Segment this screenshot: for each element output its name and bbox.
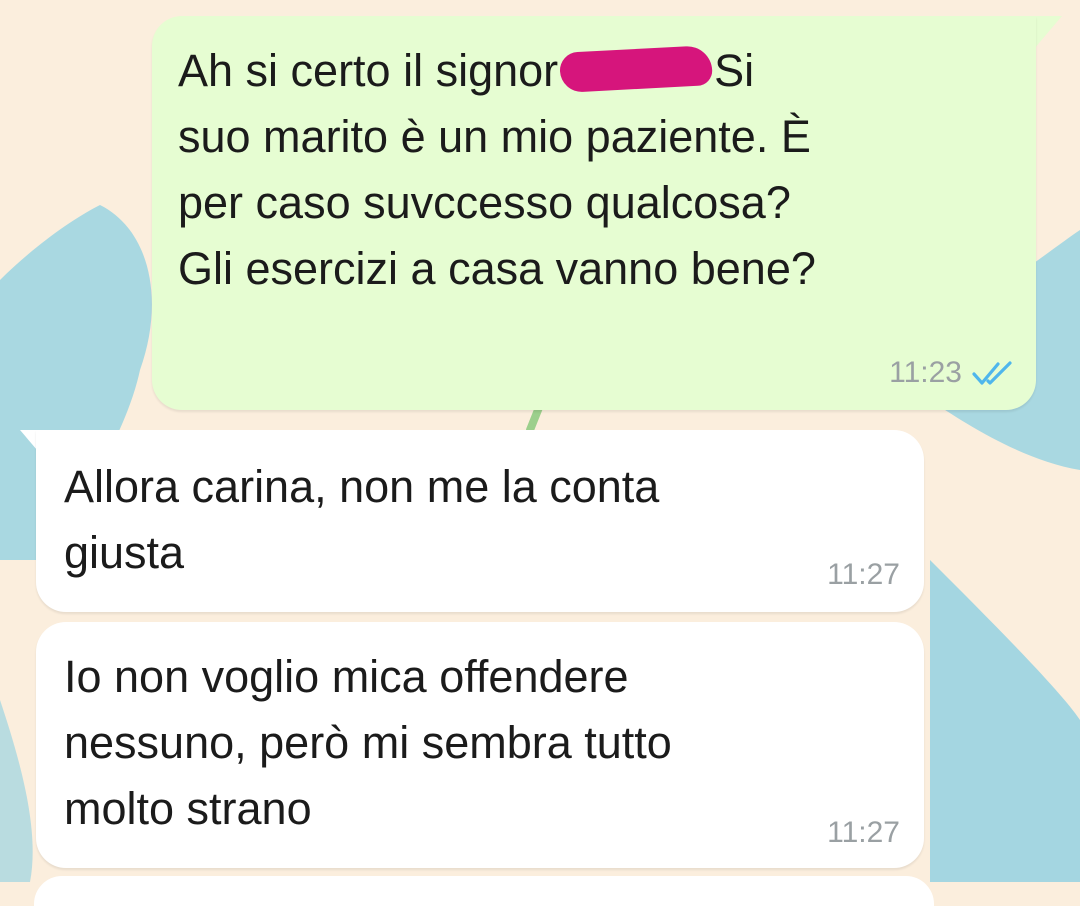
message-timestamp: 11:27	[827, 816, 900, 849]
message-timestamp: 11:23	[889, 356, 962, 389]
message-timestamp: 11:27	[827, 558, 900, 591]
outgoing-message-text: Ah si certo il signor Si suo marito è un …	[178, 38, 816, 302]
incoming-message-text: Io non voglio mica offendere nessuno, pe…	[64, 651, 672, 834]
outgoing-message-bubble[interactable]: Ah si certo il signor Si suo marito è un …	[152, 16, 1036, 410]
wallpaper-petal-bottom-left	[0, 700, 33, 882]
message-meta: 11:23	[889, 356, 1016, 390]
wallpaper-leaf-right	[930, 560, 1080, 882]
message-meta: 11:27	[827, 558, 900, 592]
next-message-bubble-partial[interactable]	[34, 876, 934, 906]
incoming-message-text: Allora carina, non me la conta giusta	[64, 461, 660, 578]
incoming-message-bubble[interactable]: Allora carina, non me la conta giusta 11…	[36, 430, 924, 612]
redaction-mark	[559, 45, 714, 94]
incoming-message-bubble[interactable]: Io non voglio mica offendere nessuno, pe…	[36, 622, 924, 868]
double-check-read-icon	[972, 361, 1012, 385]
message-text-before-redaction: Ah si certo il signor	[178, 45, 559, 96]
message-meta: 11:27	[827, 816, 900, 850]
